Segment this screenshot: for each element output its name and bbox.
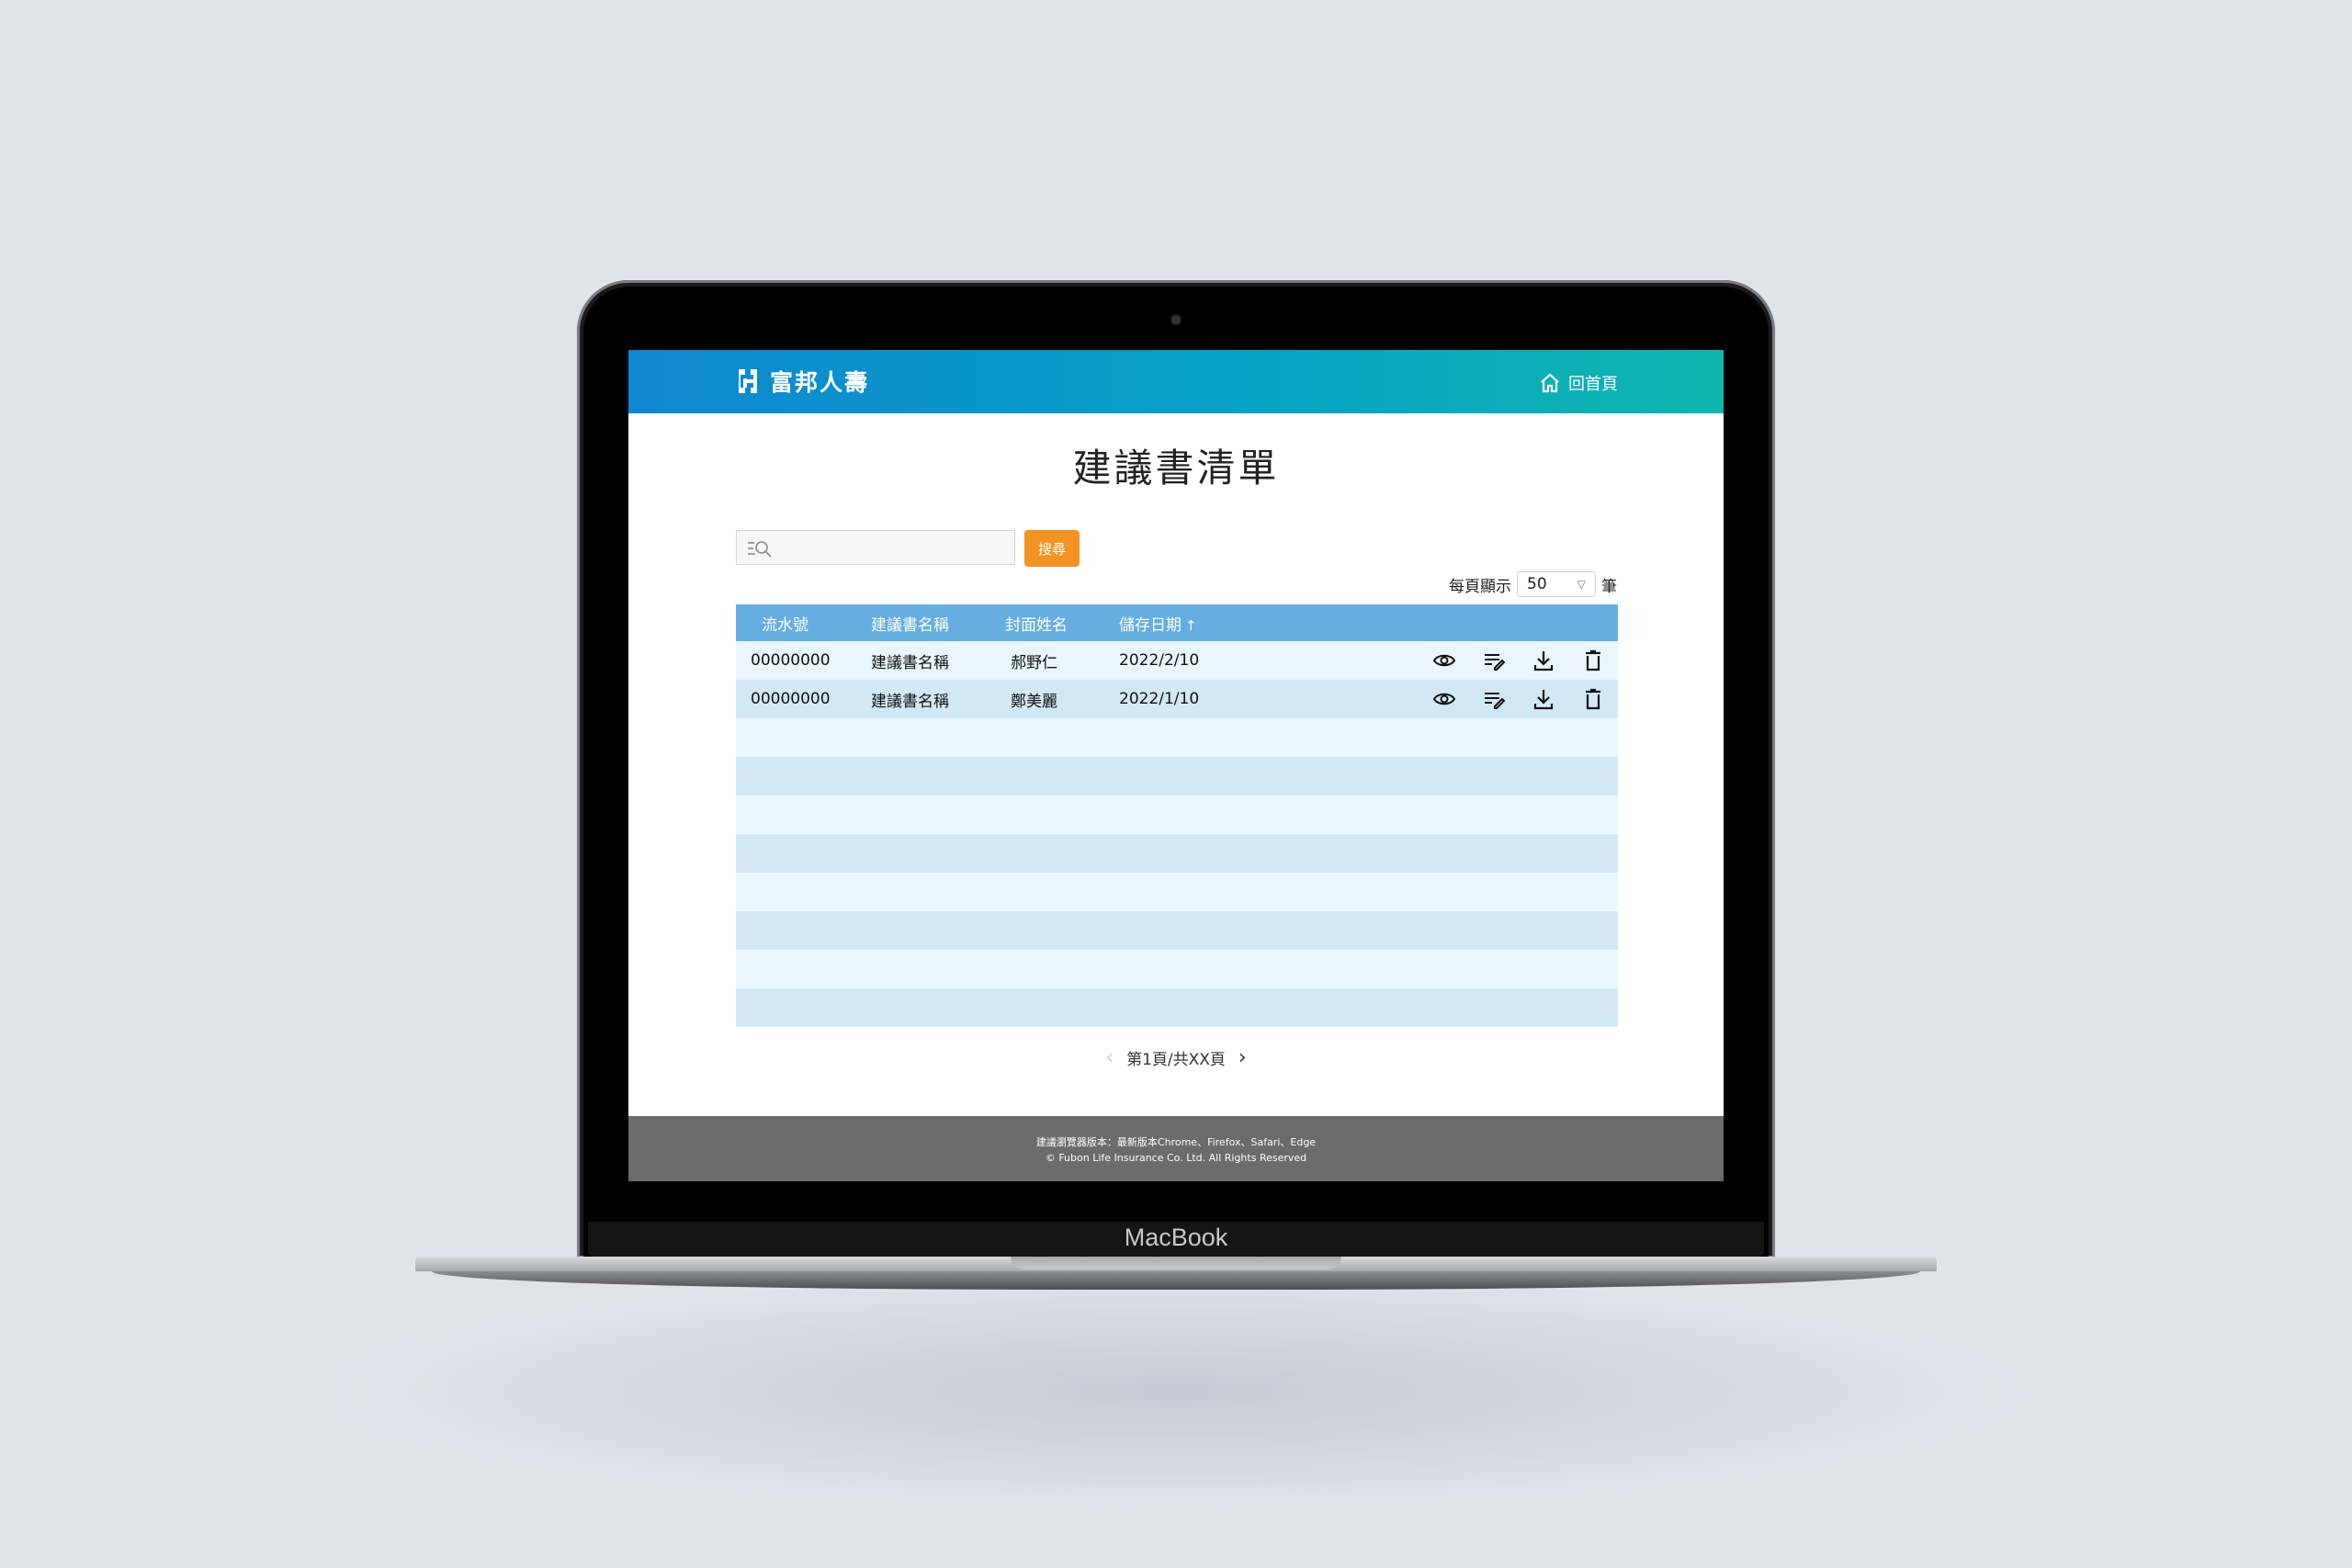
header-cover-name[interactable]: 封面姓名 [1005,612,1119,635]
download-icon [1533,651,1554,671]
table-header: 流水號 建議書名稱 封面姓名 儲存日期 ↑ [736,604,1618,641]
cell-proposal-name: 建議書名稱 [871,692,949,711]
header-proposal-name[interactable]: 建議書名稱 [871,612,1005,635]
row-actions [1419,687,1618,711]
home-link[interactable]: 回首頁 [1539,371,1618,395]
search-button[interactable]: 搜尋 [1024,530,1080,567]
per-page-prefix: 每頁顯示 [1449,577,1511,596]
chevron-down-icon: ▽ [1577,578,1586,591]
cell-serial: 00000000 [751,690,831,708]
empty-row [736,911,1618,950]
edit-button[interactable] [1469,687,1519,711]
table-row: 00000000 建議書名稱 郝野仁 2022/2/10 [736,641,1618,680]
per-page-control: 每頁顯示 50 ▽ 筆 [1449,571,1617,597]
eye-icon [1432,693,1456,705]
camera-icon [1171,315,1181,324]
proposal-table: 流水號 建議書名稱 封面姓名 儲存日期 ↑ 00000000 建議書名稱 郝野仁 … [736,604,1618,1027]
header-save-date-label: 儲存日期 [1119,615,1182,635]
home-icon [1541,373,1559,393]
empty-row [736,950,1618,988]
delete-button[interactable] [1568,687,1618,711]
header-save-date[interactable]: 儲存日期 ↑ [1119,612,1395,635]
copyright: © Fubon Life Insurance Co. Ltd. All Righ… [1045,1152,1307,1164]
header-serial[interactable]: 流水號 [736,612,871,635]
download-icon [1533,690,1554,710]
fubon-logo-icon [739,369,757,393]
empty-row [736,834,1618,873]
per-page-value: 50 [1527,575,1547,593]
empty-row [736,718,1618,757]
pagination: ‹ 第1頁/共XX頁 › [628,1046,1724,1069]
download-button[interactable] [1519,649,1568,672]
brand-name: 富邦人壽 [770,369,870,396]
brand-logo[interactable]: 富邦人壽 [735,365,869,398]
page-title: 建議書清單 [1072,446,1280,491]
sort-arrow-icon: ↑ [1185,616,1197,634]
browser-notice: 建議瀏覽器版本：最新版本Chrome、Firefox、Safari、Edge [1035,1136,1317,1148]
cell-cover-name: 郝野仁 [1011,653,1057,672]
prev-page-button[interactable]: ‹ [1105,1046,1114,1069]
search-input[interactable] [779,535,1012,562]
view-button[interactable] [1419,687,1469,711]
cell-proposal-name: 建議書名稱 [871,653,949,672]
download-button[interactable] [1519,687,1568,711]
empty-row [736,757,1618,795]
eye-icon [1432,654,1456,667]
table-row: 00000000 建議書名稱 鄭美麗 2022/1/10 [736,680,1618,718]
trash-icon [1586,688,1600,710]
empty-row [736,873,1618,911]
edit-icon [1485,654,1506,671]
laptop-notch [1011,1257,1341,1269]
trash-icon [1586,649,1600,671]
view-button[interactable] [1419,649,1469,672]
cell-save-date: 2022/2/10 [1119,651,1200,670]
home-link-label: 回首頁 [1568,375,1618,394]
laptop-shadow [312,1272,2040,1511]
empty-row [736,795,1618,834]
footer: 建議瀏覽器版本：最新版本Chrome、Firefox、Safari、Edge ©… [628,1116,1724,1181]
top-bar: 富邦人壽 回首頁 [628,350,1724,413]
empty-row [736,988,1618,1027]
next-page-button[interactable]: › [1238,1046,1247,1069]
screen: 富邦人壽 回首頁 建議書清單 搜尋 每頁顯示 50 ▽ 筆 流水號 建議書名稱 … [628,350,1724,1181]
row-actions [1419,649,1618,672]
per-page-suffix: 筆 [1601,577,1617,596]
edit-button[interactable] [1469,649,1519,672]
edit-icon [1485,693,1506,709]
cell-serial: 00000000 [751,651,831,670]
cell-cover-name: 鄭美麗 [1011,692,1057,711]
per-page-select[interactable]: 50 ▽ [1517,571,1596,597]
search-icon [748,541,772,558]
delete-button[interactable] [1568,649,1618,672]
page-indicator: 第1頁/共XX頁 [1126,1051,1226,1069]
cell-save-date: 2022/1/10 [1119,690,1200,708]
search-box[interactable] [736,530,1015,565]
device-label: MacBook [1124,1224,1228,1251]
